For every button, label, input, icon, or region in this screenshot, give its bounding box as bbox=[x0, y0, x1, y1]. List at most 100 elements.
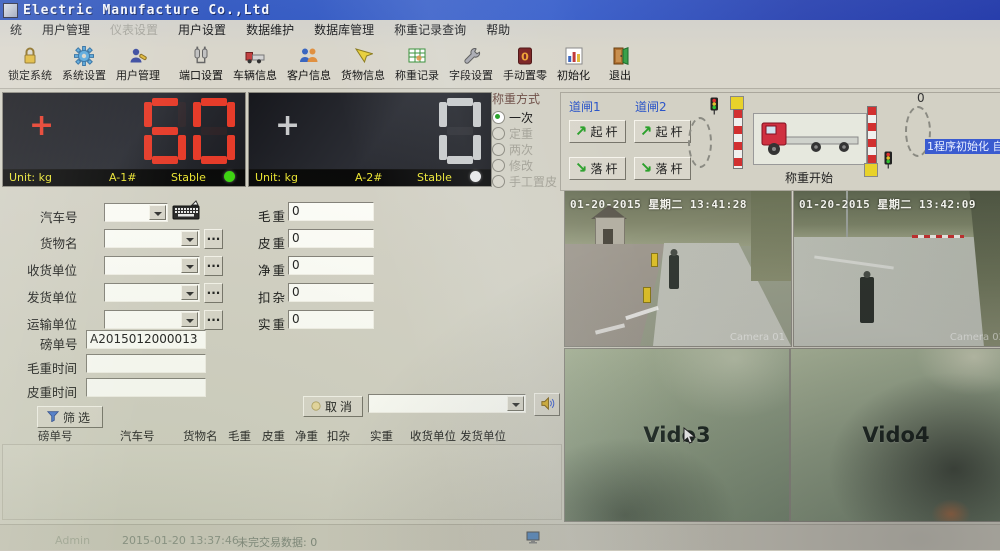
tare-time-label: 皮重时间 bbox=[27, 382, 77, 401]
gate-control-panel: 道闸1 道闸2 起杆 起杆 落杆 落杆 称重开始 0 1程序初始化 自 bbox=[560, 92, 1000, 191]
menu-item-record-query[interactable]: 称重记录查询 bbox=[384, 20, 476, 40]
menu-item-system[interactable]: 统 bbox=[0, 20, 32, 40]
cancel-icon bbox=[311, 400, 321, 414]
records-list-area[interactable] bbox=[2, 444, 562, 520]
menu-item-meter-settings: 仪表设置 bbox=[100, 20, 168, 40]
tare-time-field[interactable] bbox=[86, 378, 206, 397]
col-tare[interactable]: 皮重 bbox=[262, 428, 285, 444]
chevron-down-icon[interactable] bbox=[181, 258, 198, 273]
port-settings-button[interactable]: 端口设置 bbox=[174, 41, 228, 87]
menu-item-user-settings[interactable]: 用户设置 bbox=[168, 20, 236, 40]
user-management-button[interactable]: 用户管理 bbox=[111, 41, 165, 87]
menu-item-database-management[interactable]: 数据库管理 bbox=[304, 20, 384, 40]
system-settings-button[interactable]: 系统设置 bbox=[57, 41, 111, 87]
tare-weight-field[interactable]: 0 bbox=[288, 229, 374, 248]
voice-announce-button[interactable] bbox=[534, 393, 560, 416]
lock-system-button[interactable]: 锁定系统 bbox=[3, 41, 57, 87]
radio-icon bbox=[492, 143, 505, 156]
app-icon bbox=[3, 3, 18, 18]
chevron-down-icon[interactable] bbox=[181, 231, 198, 246]
goods-info-button[interactable]: 货物信息 bbox=[336, 41, 390, 87]
gate2-lower-button[interactable]: 落杆 bbox=[634, 157, 691, 180]
operator-value: Admin bbox=[55, 534, 90, 547]
lower-arrow-icon bbox=[576, 162, 587, 176]
chevron-down-icon[interactable] bbox=[507, 396, 524, 411]
tare-weight-label: 皮重 bbox=[258, 233, 287, 252]
camera1-label: Camera 01 bbox=[730, 332, 785, 343]
col-deduction[interactable]: 扣杂 bbox=[327, 428, 350, 444]
col-receiver[interactable]: 收货单位 bbox=[410, 428, 456, 444]
camera1-timestamp: 01-20-2015 星期二 13:41:28 bbox=[570, 196, 747, 212]
sender-label: 发货单位 bbox=[27, 287, 77, 306]
ticket-no-field[interactable]: A2015012000013 bbox=[86, 330, 206, 349]
customer-info-button[interactable]: 客户信息 bbox=[282, 41, 336, 87]
field-settings-button[interactable]: 字段设置 bbox=[444, 41, 498, 87]
title-bar: Electric Manufacture Co.,Ltd bbox=[0, 0, 1000, 20]
manual-zero-button[interactable]: 0 手动置零 bbox=[498, 41, 552, 87]
scale-id-label: A-1# bbox=[109, 171, 136, 184]
window-title: Electric Manufacture Co.,Ltd bbox=[23, 3, 270, 18]
initialize-button[interactable]: 初始化 bbox=[552, 41, 595, 87]
toolbar-separator bbox=[165, 44, 174, 84]
stable-lamp bbox=[470, 171, 481, 182]
transport-combobox[interactable] bbox=[104, 310, 200, 329]
transport-label: 运输单位 bbox=[27, 314, 77, 333]
menu-item-help[interactable]: 帮助 bbox=[476, 20, 520, 40]
vehicle-info-button[interactable]: 车辆信息 bbox=[228, 41, 282, 87]
gate1-raise-button[interactable]: 起杆 bbox=[569, 120, 626, 143]
barrier-fence bbox=[912, 235, 964, 238]
wrench-icon bbox=[461, 46, 481, 66]
col-actual[interactable]: 实重 bbox=[370, 428, 393, 444]
announce-combobox[interactable] bbox=[368, 394, 526, 413]
chart-icon bbox=[564, 46, 584, 66]
filter-button[interactable]: 筛选 bbox=[37, 406, 103, 428]
col-goods-name[interactable]: 货物名 bbox=[183, 428, 218, 444]
reflection-blob bbox=[911, 348, 1000, 399]
menu-item-user-management[interactable]: 用户管理 bbox=[32, 20, 100, 40]
truck-icon bbox=[245, 46, 265, 66]
barrier1-pole bbox=[733, 109, 743, 169]
vehicle-no-combobox[interactable] bbox=[104, 203, 168, 222]
camera2-feed: 01-20-2015 星期二 13:42:09 Camera 02 bbox=[793, 190, 1000, 347]
goods-name-combobox[interactable] bbox=[104, 229, 200, 248]
sender-browse-button[interactable]: ... bbox=[204, 283, 223, 303]
chevron-down-icon[interactable] bbox=[149, 205, 166, 220]
cancel-button[interactable]: 取消 bbox=[303, 396, 363, 417]
receiver-browse-button[interactable]: ... bbox=[204, 256, 223, 276]
exit-door-icon bbox=[610, 46, 630, 66]
gate2-raise-button[interactable]: 起杆 bbox=[634, 120, 691, 143]
exit-button[interactable]: 退出 bbox=[604, 41, 636, 87]
receiver-combobox[interactable] bbox=[104, 256, 200, 275]
customers-icon bbox=[299, 46, 319, 66]
weighing-start-label: 称重开始 bbox=[753, 169, 865, 186]
col-net[interactable]: 净重 bbox=[295, 428, 318, 444]
camera2-timestamp: 01-20-2015 星期二 13:42:09 bbox=[799, 196, 976, 212]
actual-weight-field[interactable]: 0 bbox=[288, 310, 374, 329]
chevron-down-icon[interactable] bbox=[181, 285, 198, 300]
menu-item-data-maintenance[interactable]: 数据维护 bbox=[236, 20, 304, 40]
sender-combobox[interactable] bbox=[104, 283, 200, 302]
soft-keyboard-button[interactable] bbox=[172, 199, 200, 224]
gross-time-label: 毛重时间 bbox=[27, 358, 77, 377]
weigh-records-button[interactable]: 称重记录 bbox=[390, 41, 444, 87]
deduction-field[interactable]: 0 bbox=[288, 283, 374, 302]
goods-browse-button[interactable]: ... bbox=[204, 229, 223, 249]
chevron-down-icon[interactable] bbox=[181, 312, 198, 327]
gross-weight-field[interactable]: 0 bbox=[288, 202, 374, 221]
status-log-entry: 1程序初始化 自 bbox=[925, 139, 1000, 154]
gate1-lower-button[interactable]: 落杆 bbox=[569, 157, 626, 180]
status-datetime: 2015-01-20 13:37:46 bbox=[122, 534, 239, 547]
radio-icon bbox=[492, 175, 505, 188]
transport-browse-button[interactable]: ... bbox=[204, 310, 223, 330]
net-weight-field[interactable]: 0 bbox=[288, 256, 374, 275]
actual-weight-label: 实重 bbox=[258, 314, 287, 333]
weight-display-a2-statusbar: Unit: kg A-2# Stable bbox=[249, 170, 491, 186]
sign-plus: + bbox=[29, 111, 54, 141]
col-ticket-no[interactable]: 磅单号 bbox=[38, 428, 73, 444]
gross-time-field[interactable] bbox=[86, 354, 206, 373]
col-gross[interactable]: 毛重 bbox=[228, 428, 251, 444]
status-bar: Admin 2015-01-20 13:37:46 未完交易数据: 0 bbox=[0, 524, 1000, 551]
col-vehicle-no[interactable]: 汽车号 bbox=[120, 428, 155, 444]
col-sender[interactable]: 发货单位 bbox=[460, 428, 506, 444]
reflection-blob bbox=[639, 348, 790, 429]
